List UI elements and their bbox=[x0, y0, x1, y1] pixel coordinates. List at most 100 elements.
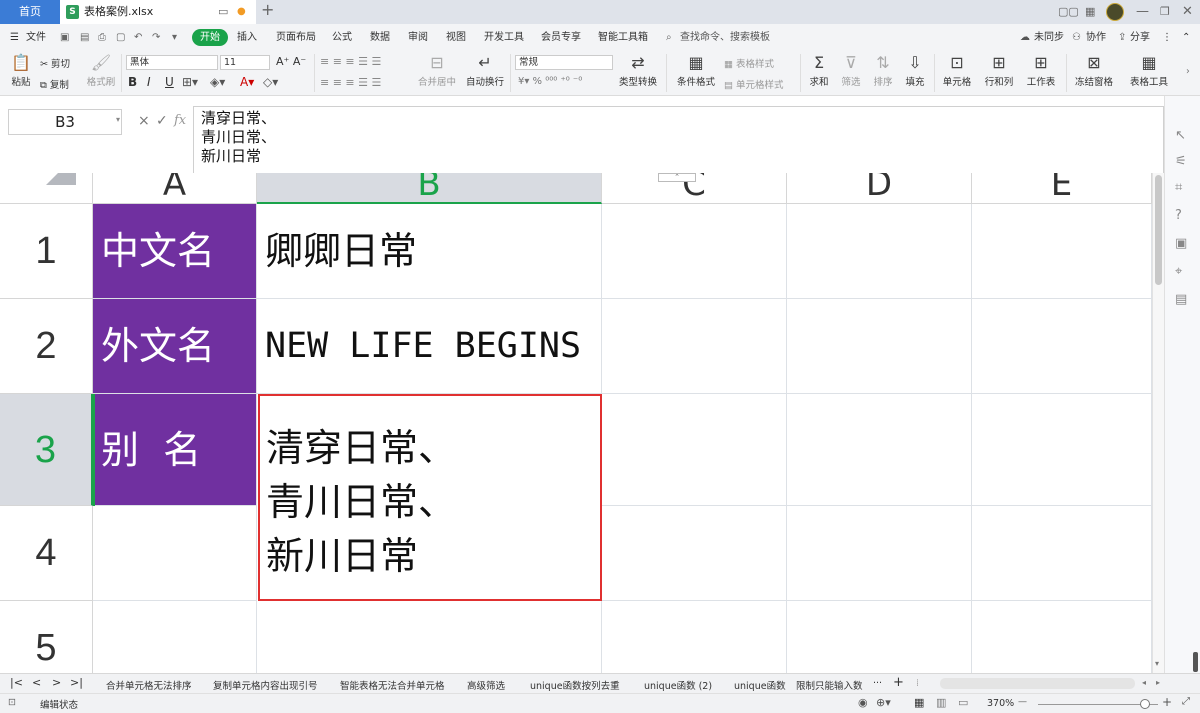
sheet-tab-2[interactable]: 复制单元格内容出现引号 bbox=[213, 678, 318, 692]
cell-e2[interactable] bbox=[972, 299, 1152, 394]
eye-protect-icon[interactable]: ◉ bbox=[858, 696, 868, 709]
column-header-b[interactable]: B bbox=[257, 173, 602, 204]
cell-e5[interactable] bbox=[972, 601, 1152, 673]
scroll-left-icon[interactable]: ◂ bbox=[1142, 678, 1146, 687]
sheet-tab-4[interactable]: 高级筛选 bbox=[467, 678, 505, 692]
redo-icon[interactable]: ↷ bbox=[152, 30, 160, 46]
tab-review[interactable]: 审阅 bbox=[408, 30, 428, 46]
cancel-icon[interactable]: × bbox=[138, 113, 150, 129]
tab-splitter-icon[interactable]: ⁞ bbox=[916, 678, 919, 689]
underline-button[interactable]: U bbox=[165, 75, 174, 89]
minimize-icon[interactable]: — bbox=[1136, 2, 1149, 22]
font-size-select[interactable]: 11 bbox=[220, 55, 270, 70]
tab-insert[interactable]: 插入 bbox=[237, 30, 257, 46]
ribbon-scroll-right-icon[interactable]: › bbox=[1186, 66, 1190, 77]
row-header-5[interactable]: 5 bbox=[0, 601, 93, 673]
cell-d3[interactable] bbox=[787, 394, 972, 506]
add-sheet-button[interactable]: + bbox=[893, 675, 904, 690]
tab-smart-toolbox[interactable]: 智能工具箱 bbox=[598, 30, 648, 46]
more-sheets-icon[interactable]: ··· bbox=[873, 678, 882, 689]
cell-c2[interactable] bbox=[602, 299, 787, 394]
cell-b1[interactable]: 卿卿日常 bbox=[257, 204, 602, 299]
conditional-format-button[interactable]: ▦ 条件格式 bbox=[672, 52, 720, 88]
pin-icon[interactable]: ▭ bbox=[218, 2, 228, 22]
formula-input[interactable]: 清穿日常、 青川日常、 新川日常 bbox=[193, 106, 1164, 173]
horizontal-scrollbar[interactable] bbox=[940, 678, 1135, 689]
clear-format-icon[interactable]: ◇▾ bbox=[263, 75, 278, 89]
print-icon[interactable]: ⎙ bbox=[98, 30, 106, 46]
fullscreen-icon[interactable]: ⤢ bbox=[1182, 696, 1190, 707]
cursor-icon[interactable]: ↖ bbox=[1175, 128, 1186, 143]
bold-button[interactable]: B bbox=[128, 75, 137, 89]
scroll-down-icon[interactable]: ▾ bbox=[1155, 659, 1159, 668]
tab-developer[interactable]: 开发工具 bbox=[484, 30, 524, 46]
format-painter-button[interactable]: 🖌 格式刷 bbox=[84, 52, 118, 88]
sheet-tab-7[interactable]: unique函数 bbox=[734, 678, 786, 692]
collapse-ribbon-icon[interactable]: ⌃ bbox=[1182, 30, 1190, 46]
zoom-level[interactable]: 370% bbox=[985, 698, 1015, 709]
align-icons-top[interactable]: ≡ ≡ ≡ ☰ ☰ bbox=[320, 55, 381, 68]
sync-status[interactable]: 未同步 bbox=[1034, 30, 1064, 46]
preview-icon[interactable]: ▢ bbox=[116, 30, 125, 46]
zoom-out-button[interactable]: — bbox=[1018, 697, 1027, 707]
scroll-thumb[interactable] bbox=[1155, 175, 1162, 285]
next-sheet-icon[interactable]: > bbox=[52, 676, 61, 689]
last-sheet-icon[interactable]: >| bbox=[70, 676, 83, 689]
row-header-3[interactable]: 3 bbox=[0, 394, 93, 506]
cell-d4[interactable] bbox=[787, 506, 972, 601]
book-icon[interactable]: ▤ bbox=[1175, 292, 1187, 307]
cell-a3[interactable]: 别 名 bbox=[93, 394, 257, 506]
number-format-icons[interactable]: ¥▾ % ⁰⁰⁰ ⁺⁰ ⁻⁰ bbox=[518, 76, 582, 87]
cell-b2[interactable]: NEW LIFE BEGINS bbox=[257, 299, 602, 394]
zoom-in-button[interactable]: + bbox=[1162, 695, 1172, 709]
cell-b3-editing[interactable]: 清穿日常、 青川日常、 新川日常 bbox=[258, 394, 602, 601]
sheet-tab-5[interactable]: unique函数按列去重 bbox=[530, 678, 620, 692]
name-box-dropdown-icon[interactable]: ▾ bbox=[116, 115, 120, 124]
cell-d2[interactable] bbox=[787, 299, 972, 394]
scroll-right-icon[interactable]: ▸ bbox=[1156, 678, 1160, 687]
table-tools-button[interactable]: ▦ 表格工具 bbox=[1124, 52, 1174, 88]
adjust-icon[interactable]: ⚟ bbox=[1175, 154, 1187, 169]
cell-d5[interactable] bbox=[787, 601, 972, 673]
tab-member[interactable]: 会员专享 bbox=[541, 30, 581, 46]
avatar[interactable] bbox=[1106, 3, 1124, 21]
first-sheet-icon[interactable]: |< bbox=[10, 676, 23, 689]
cut-button[interactable]: ✂ 剪切 bbox=[40, 56, 70, 70]
close-icon[interactable]: ✕ bbox=[1182, 2, 1193, 22]
help-icon[interactable]: ? bbox=[1175, 208, 1182, 223]
tab-page-layout[interactable]: 页面布局 bbox=[276, 30, 316, 46]
number-format-select[interactable]: 常规 bbox=[515, 55, 613, 70]
align-icons-bottom[interactable]: ≡ ≡ ≡ ☰ ☰ bbox=[320, 76, 381, 89]
command-search[interactable]: 查找命令、搜索模板 bbox=[680, 30, 770, 46]
cell-c1[interactable] bbox=[602, 204, 787, 299]
cell-d1[interactable] bbox=[787, 204, 972, 299]
tab-data[interactable]: 数据 bbox=[370, 30, 390, 46]
font-color-icon[interactable]: A▾ bbox=[240, 75, 254, 89]
cell-button[interactable]: ⊡ 单元格 bbox=[938, 52, 976, 88]
crop-icon[interactable]: ⌗ bbox=[1175, 180, 1182, 195]
tab-view[interactable]: 视图 bbox=[446, 30, 466, 46]
table-style-button[interactable]: ▦ 表格样式 bbox=[724, 56, 774, 70]
italic-button[interactable]: I bbox=[147, 75, 151, 89]
cell-c5[interactable] bbox=[602, 601, 787, 673]
page-layout-view-icon[interactable]: ▭ bbox=[958, 696, 968, 709]
freeze-panes-button[interactable]: ⊠ 冻结窗格 bbox=[1070, 52, 1118, 88]
paste-button[interactable]: 📋 粘贴 bbox=[6, 52, 36, 88]
collapse-formula-bar-icon[interactable]: ⌃ bbox=[658, 173, 696, 182]
zoom-slider-thumb[interactable] bbox=[1140, 699, 1150, 709]
wrap-text-button[interactable]: ↵ 自动换行 bbox=[464, 52, 506, 88]
sort-button[interactable]: ⇅ 排序 bbox=[868, 52, 898, 88]
sheet-tab-3[interactable]: 智能表格无法合并单元格 bbox=[340, 678, 445, 692]
column-header-d[interactable]: D bbox=[787, 173, 972, 204]
cell-a5[interactable] bbox=[93, 601, 257, 673]
row-header-4[interactable]: 4 bbox=[0, 506, 93, 601]
sheet-tab-8[interactable]: 限制只能输入数 bbox=[796, 678, 863, 692]
column-header-e[interactable]: E bbox=[972, 173, 1152, 204]
row-header-1[interactable]: 1 bbox=[0, 204, 93, 299]
customize-icon[interactable]: ▾ bbox=[172, 30, 177, 46]
cell-a2[interactable]: 外文名 bbox=[93, 299, 257, 394]
cell-e3[interactable] bbox=[972, 394, 1152, 506]
restore-icon[interactable]: ❐ bbox=[1160, 2, 1170, 22]
home-tab[interactable]: 首页 bbox=[0, 0, 60, 24]
save-icon[interactable]: ▣ bbox=[60, 30, 69, 46]
